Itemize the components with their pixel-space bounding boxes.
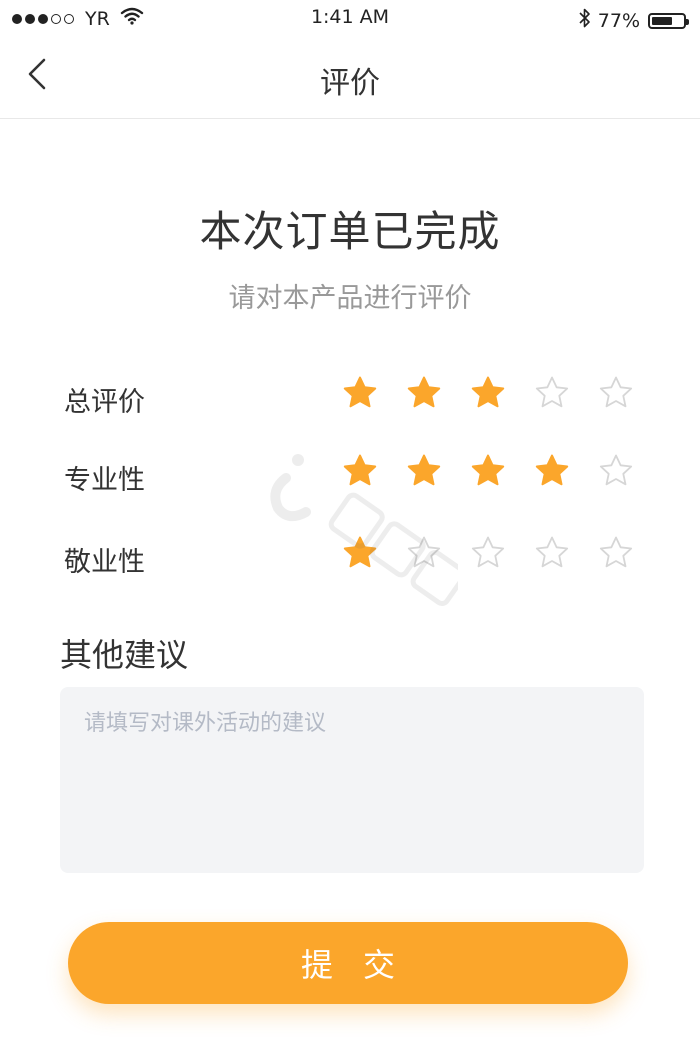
star-empty-icon[interactable] — [532, 374, 572, 414]
star-filled-icon[interactable] — [340, 452, 380, 492]
star-filled-icon[interactable] — [468, 452, 508, 492]
star-filled-icon[interactable] — [340, 374, 380, 414]
battery-level — [652, 16, 672, 25]
star-empty-icon[interactable] — [468, 534, 508, 574]
rating-row-professionalism: 专业性 — [0, 444, 700, 504]
navigation-bar: 评价 — [0, 38, 700, 119]
star-filled-icon[interactable] — [468, 374, 508, 414]
rating-label: 专业性 — [64, 465, 145, 496]
battery-cap — [686, 18, 689, 25]
battery-icon — [648, 12, 689, 29]
rating-label: 总评价 — [64, 387, 145, 418]
star-filled-icon[interactable] — [404, 374, 444, 414]
status-bar-right: 77% — [578, 7, 689, 34]
rating-row-overall: 总评价 — [0, 366, 700, 426]
star-empty-icon[interactable] — [596, 534, 636, 574]
star-filled-icon[interactable] — [532, 452, 572, 492]
page-title: 本次订单已完成 — [199, 207, 501, 256]
rating-label: 敬业性 — [64, 547, 145, 578]
status-bar: YR 1:41 AM 77% — [0, 0, 700, 38]
battery-percent: 77% — [597, 9, 640, 32]
suggestion-input[interactable] — [60, 687, 644, 873]
nav-title: 评价 — [320, 66, 380, 101]
rating-row-dedication: 敬业性 — [0, 526, 700, 586]
bluetooth-icon — [578, 7, 592, 34]
star-empty-icon[interactable] — [404, 534, 444, 574]
star-empty-icon[interactable] — [532, 534, 572, 574]
submit-button[interactable]: 提交 — [68, 922, 628, 1004]
star-empty-icon[interactable] — [596, 374, 636, 414]
suggestion-title: 其他建议 — [60, 636, 189, 674]
star-empty-icon[interactable] — [596, 452, 636, 492]
star-filled-icon[interactable] — [340, 534, 380, 574]
star-filled-icon[interactable] — [404, 452, 444, 492]
page-subtitle: 请对本产品进行评价 — [228, 283, 472, 314]
